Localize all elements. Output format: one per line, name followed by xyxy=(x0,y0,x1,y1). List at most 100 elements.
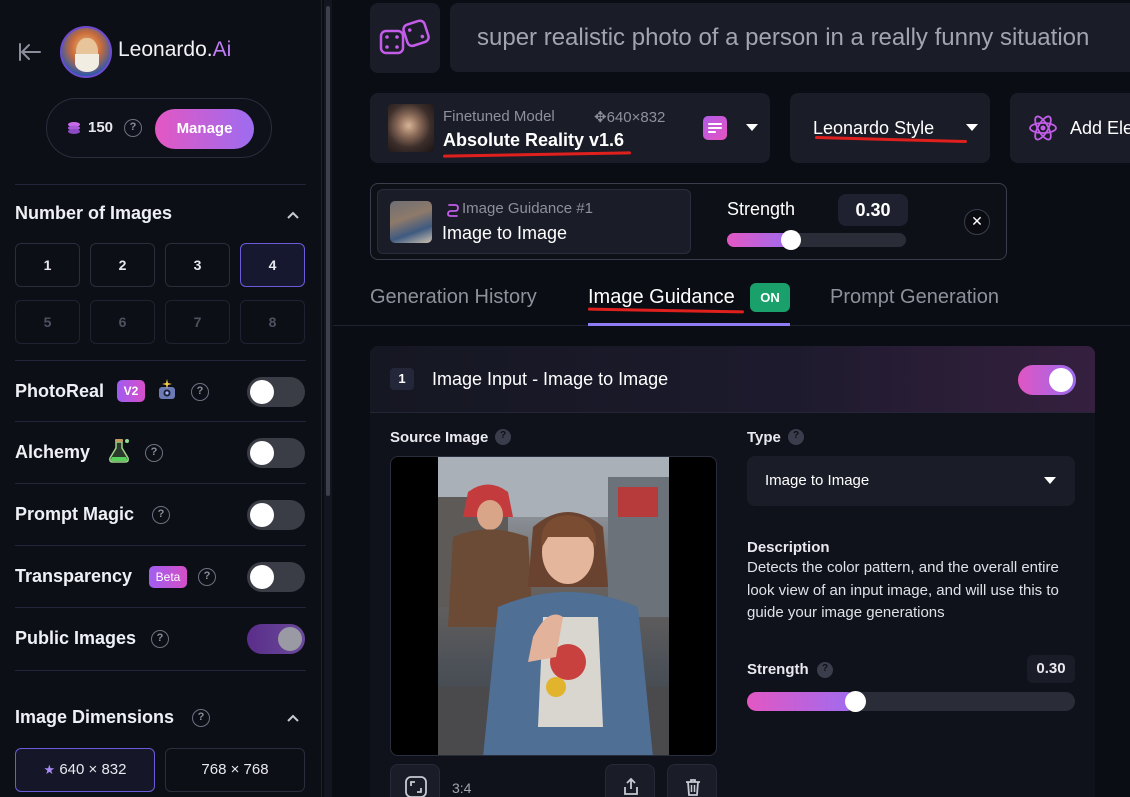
v2-badge: V2 xyxy=(117,380,145,402)
model-size: ✥640×832 xyxy=(594,108,665,126)
prompt-magic-help-icon[interactable]: ? xyxy=(152,506,170,524)
credits-count: 150 xyxy=(88,119,114,136)
potion-flask-icon xyxy=(109,439,129,463)
toggle-knob xyxy=(250,441,274,465)
brand-name-text: Leonardo. xyxy=(118,38,213,61)
panel-number: 1 xyxy=(390,368,414,390)
logo-beard xyxy=(75,54,99,72)
scrollbar-thumb[interactable] xyxy=(326,6,330,496)
chevron-up-icon[interactable] xyxy=(286,210,300,220)
prompt-magic-label: Prompt Magic xyxy=(15,504,135,524)
dice-icon xyxy=(379,19,430,55)
number-of-images-title: Number of Images xyxy=(15,203,173,223)
strength-value[interactable]: 0.30 xyxy=(838,194,908,226)
public-images-help-icon[interactable]: ? xyxy=(151,630,169,648)
dimension-768x768[interactable]: 768 × 768 xyxy=(165,748,305,792)
tab-image-guidance[interactable]: Image Guidance xyxy=(588,286,735,309)
credits-help-icon[interactable]: ? xyxy=(124,119,142,137)
toggle-knob xyxy=(1049,368,1073,392)
panel-title: Image Input - Image to Image xyxy=(432,369,669,389)
brand-name: Leonardo.Ai xyxy=(118,38,231,62)
type-select-value: Image to Image xyxy=(765,472,870,489)
alchemy-help-icon[interactable]: ? xyxy=(145,444,163,462)
source-image-label: Source Image xyxy=(390,429,489,446)
image-count-3[interactable]: 3 xyxy=(165,243,230,287)
alchemy-label: Alchemy xyxy=(15,442,91,462)
photoreal-help-icon[interactable]: ? xyxy=(191,383,209,401)
dimension-640x832[interactable]: ★ 640 × 832 xyxy=(15,748,155,792)
panel-strength-label: Strength xyxy=(747,661,809,678)
guidance-link-icon xyxy=(447,204,459,217)
public-images-toggle[interactable] xyxy=(247,624,305,654)
strength-slider[interactable] xyxy=(727,230,906,250)
strength-help-icon[interactable]: ? xyxy=(817,662,833,678)
panel-header: 1 Image Input - Image to Image xyxy=(370,346,1095,413)
resize-button[interactable] xyxy=(390,764,440,797)
type-label: Type xyxy=(747,429,781,446)
panel-strength-value[interactable]: 0.30 xyxy=(1027,655,1075,683)
model-notes-icon[interactable] xyxy=(703,116,727,140)
chevron-down-icon[interactable] xyxy=(746,124,758,131)
delete-button[interactable] xyxy=(667,764,717,797)
prompt-magic-toggle[interactable] xyxy=(247,500,305,530)
guidance-type: Image to Image xyxy=(442,223,568,243)
camera-sparkle-icon xyxy=(159,379,175,399)
transparency-help-icon[interactable]: ? xyxy=(198,568,216,586)
image-count-6: 6 xyxy=(90,300,155,344)
slider-knob[interactable] xyxy=(781,230,801,250)
share-icon xyxy=(624,777,638,795)
type-select[interactable]: Image to Image xyxy=(747,456,1075,506)
model-thumbnail xyxy=(388,104,434,152)
credits-box: 150 ? Manage xyxy=(46,98,272,158)
chevron-up-icon[interactable] xyxy=(286,713,300,723)
share-button[interactable] xyxy=(605,764,655,797)
sidebar-scrollbar[interactable] xyxy=(324,0,332,797)
divider xyxy=(15,421,306,422)
guidance-title: Image Guidance #1 xyxy=(462,200,593,217)
token-coin-icon xyxy=(68,122,80,134)
photoreal-toggle[interactable] xyxy=(247,377,305,407)
image-dimensions-help-icon[interactable]: ? xyxy=(192,709,210,727)
source-image[interactable] xyxy=(390,456,717,756)
random-prompt-button[interactable] xyxy=(370,3,440,73)
toggle-knob xyxy=(250,503,274,527)
divider xyxy=(15,360,306,361)
source-image-help-icon[interactable]: ? xyxy=(495,429,511,445)
prompt-input[interactable]: super realistic photo of a person in a r… xyxy=(450,3,1130,72)
toggle-knob xyxy=(250,565,274,589)
panel-enable-toggle[interactable] xyxy=(1018,365,1076,395)
tab-prompt-generation[interactable]: Prompt Generation xyxy=(830,286,999,309)
image-count-5: 5 xyxy=(15,300,80,344)
divider xyxy=(15,184,306,185)
tab-generation-history[interactable]: Generation History xyxy=(370,286,537,309)
chevron-down-icon[interactable] xyxy=(966,124,978,131)
add-elements-button[interactable]: Add Elements xyxy=(1010,93,1130,163)
dimension-label: 768 × 768 xyxy=(201,761,269,778)
image-count-2[interactable]: 2 xyxy=(90,243,155,287)
toggle-knob xyxy=(250,380,274,404)
public-images-label: Public Images xyxy=(15,628,137,648)
image-count-1[interactable]: 1 xyxy=(15,243,80,287)
crop-frame-icon xyxy=(405,776,427,797)
panel-strength-slider[interactable] xyxy=(747,691,1075,712)
image-count-4[interactable]: 4 xyxy=(240,243,305,287)
toggle-knob xyxy=(278,627,302,651)
manage-button[interactable]: Manage xyxy=(155,109,254,149)
image-guidance-card[interactable]: Image Guidance #1 Image to Image xyxy=(377,189,691,254)
on-badge: ON xyxy=(750,283,790,312)
transparency-label: Transparency xyxy=(15,566,133,586)
chevron-down-icon[interactable] xyxy=(1044,477,1056,484)
style-selector[interactable]: Leonardo Style xyxy=(790,93,990,163)
collapse-arrow-icon[interactable] xyxy=(18,40,44,64)
divider xyxy=(15,607,306,608)
divider xyxy=(15,545,306,546)
alchemy-toggle[interactable] xyxy=(247,438,305,468)
image-count-8: 8 xyxy=(240,300,305,344)
slider-knob[interactable] xyxy=(845,691,866,712)
type-help-icon[interactable]: ? xyxy=(788,429,804,445)
transparency-toggle[interactable] xyxy=(247,562,305,592)
close-icon[interactable]: ✕ xyxy=(964,209,990,235)
strength-label: Strength xyxy=(727,199,796,219)
notes-glyph xyxy=(708,123,722,133)
star-icon: ★ xyxy=(43,762,56,777)
